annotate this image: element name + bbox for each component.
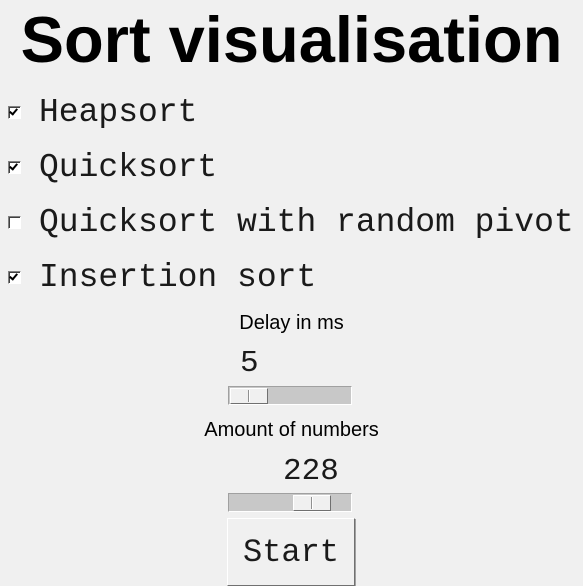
- checkbox-heapsort[interactable]: Heapsort: [8, 93, 198, 131]
- amount-label: Amount of numbers: [204, 419, 379, 441]
- delay-slider-handle[interactable]: [230, 388, 268, 404]
- checkbox-label: Quicksort with random pivot: [39, 203, 574, 241]
- checkbox-icon[interactable]: [8, 105, 21, 119]
- checkbox-label: Quicksort: [39, 148, 218, 186]
- start-button[interactable]: Start: [227, 518, 355, 586]
- delay-slider[interactable]: [228, 386, 352, 405]
- checkbox-label: Heapsort: [39, 93, 198, 131]
- checkbox-insertion-sort[interactable]: Insertion sort: [8, 258, 317, 296]
- amount-slider[interactable]: [228, 493, 352, 512]
- checkbox-icon[interactable]: [8, 160, 21, 174]
- delay-label: Delay in ms: [239, 312, 344, 334]
- amount-value: 228: [283, 454, 339, 489]
- checkbox-icon[interactable]: [8, 215, 21, 229]
- checkbox-label: Insertion sort: [39, 258, 317, 296]
- checkbox-quicksort-random-pivot[interactable]: Quicksort with random pivot: [8, 203, 574, 241]
- checkbox-quicksort[interactable]: Quicksort: [8, 148, 218, 186]
- page-title: Sort visualisation: [20, 3, 563, 76]
- checkbox-icon[interactable]: [8, 270, 21, 284]
- delay-value: 5: [240, 346, 259, 381]
- amount-slider-handle[interactable]: [293, 495, 331, 511]
